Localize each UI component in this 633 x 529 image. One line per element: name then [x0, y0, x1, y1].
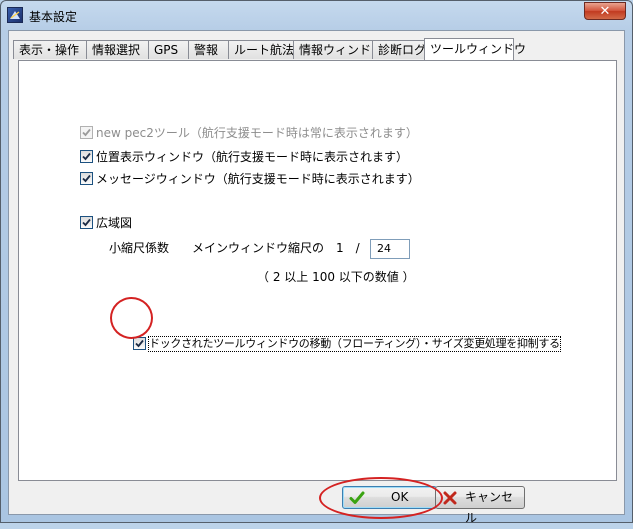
tab-info-selection[interactable]: 情報選択 [86, 40, 149, 59]
scale-range-hint: （ 2 以上 100 以下の数値 ） [257, 270, 415, 284]
close-button[interactable]: ✕ [584, 2, 626, 20]
position-window-checkbox[interactable] [80, 150, 93, 163]
scale-description: メインウィンドウ縮尺の 1 / [192, 241, 360, 255]
title-bar[interactable]: 基本設定 ✕ [1, 1, 632, 29]
dock-lock-label[interactable]: ドックされたツールウィンドウの移動（フローティング）・サイズ変更処理を抑制する [148, 336, 561, 352]
message-window-checkbox[interactable] [80, 172, 93, 185]
scale-factor-label: 小縮尺係数 [109, 241, 170, 255]
check-icon [349, 490, 365, 506]
tab-display-operation[interactable]: 表示・操作 [13, 40, 87, 59]
settings-dialog: 基本設定 ✕ 表示・操作 情報選択 GPS 警報 ルート航法 情報ウィンドウ 診… [0, 0, 633, 525]
ok-button-label: OK [391, 490, 409, 504]
dock-lock-checkbox[interactable] [133, 337, 146, 350]
tab-gps[interactable]: GPS [148, 40, 189, 59]
scale-factor-input[interactable]: 24 [370, 239, 410, 259]
tab-info-window[interactable]: 情報ウィンドウ [293, 40, 383, 59]
tool-window-panel: new pec2ツール（航行支援モード時は常に表示されます） 位置表示ウィンドウ… [18, 60, 617, 481]
ok-button[interactable]: OK [342, 486, 437, 509]
position-window-label[interactable]: 位置表示ウィンドウ（航行支援モード時に表示されます） [96, 150, 408, 164]
cancel-x-icon [442, 490, 458, 506]
message-window-label[interactable]: メッセージウィンドウ（航行支援モード時に表示されます） [96, 172, 420, 186]
app-icon [7, 7, 23, 23]
tab-route-navigation[interactable]: ルート航法 [228, 40, 294, 59]
wide-map-label[interactable]: 広域図 [96, 216, 132, 230]
new-pec2-checkbox [80, 126, 93, 139]
tab-tool-window[interactable]: ツールウィンドウ [424, 38, 526, 60]
wide-map-checkbox[interactable] [80, 216, 93, 229]
cancel-button[interactable]: キャンセル [435, 486, 525, 525]
tab-alarm[interactable]: 警報 [188, 40, 229, 59]
window-title: 基本設定 [29, 10, 78, 24]
new-pec2-label: new pec2ツール（航行支援モード時は常に表示されます） [96, 126, 418, 140]
tab-bar: 表示・操作 情報選択 GPS 警報 ルート航法 情報ウィンドウ 診断ログ ツール… [9, 38, 624, 60]
dialog-body: 表示・操作 情報選択 GPS 警報 ルート航法 情報ウィンドウ 診断ログ ツール… [8, 30, 625, 525]
tab-diagnostic-log[interactable]: 診断ログ [372, 40, 426, 59]
